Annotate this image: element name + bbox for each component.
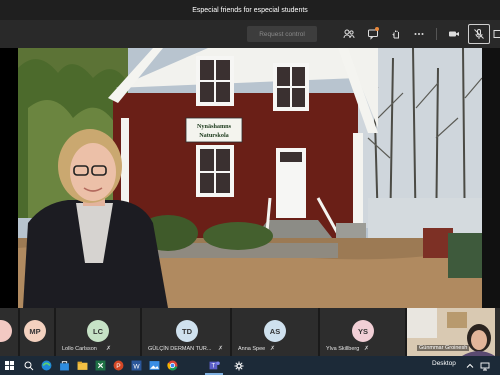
active-app-indicator <box>205 373 223 375</box>
excel-icon[interactable] <box>94 359 107 372</box>
chat-notification-dot <box>375 27 379 31</box>
mic-off-icon: ✗ <box>218 346 224 352</box>
mic-off-button[interactable] <box>468 24 490 44</box>
edge-icon[interactable] <box>40 359 53 372</box>
video-scene: Nynäshamns Naturskola <box>18 48 482 308</box>
toolbar-divider <box>436 28 437 40</box>
right-margin <box>482 48 500 308</box>
self-view-name: Günmmar Groinesh <box>417 345 470 351</box>
store-icon[interactable] <box>58 359 71 372</box>
window-title: Especial friends for especial students <box>192 6 308 14</box>
windows-taskbar: P W T Desktop <box>0 356 500 375</box>
participant-name: Ylva Skillberg <box>326 346 360 352</box>
mic-off-icon: ✗ <box>364 346 370 352</box>
participant-tile[interactable]: LC Lollo Carlsson ✗ <box>56 308 140 356</box>
participants-overflow <box>495 308 500 356</box>
avatar-initials: YS <box>357 326 368 336</box>
title-bar: Especial friends for especial students <box>0 0 500 20</box>
avatar-initials: AS <box>269 326 281 336</box>
presenter-face <box>70 143 116 201</box>
avatar-initials: LC <box>93 326 103 336</box>
mic-off-icon: ✗ <box>270 346 276 352</box>
chevron-up-icon[interactable] <box>463 359 476 372</box>
request-control-button[interactable]: Request control <box>247 26 317 42</box>
camera-icon[interactable] <box>448 28 460 40</box>
avatar: TD <box>176 320 198 342</box>
avatar: AS <box>264 320 286 342</box>
avatar: YS <box>352 320 374 342</box>
meeting-toolbar: Request control <box>0 20 500 48</box>
avatar-initials: MP <box>29 326 41 336</box>
participant-tile[interactable]: AS Anna Spee ✗ <box>232 308 318 356</box>
desktop-label[interactable]: Desktop <box>432 360 456 367</box>
explorer-icon[interactable] <box>76 359 89 372</box>
left-margin <box>0 48 18 308</box>
svg-text:W: W <box>133 363 140 370</box>
avatar-initials: TD <box>182 326 192 336</box>
mic-off-icon <box>474 29 484 39</box>
search-icon[interactable] <box>22 359 35 372</box>
self-view-video[interactable]: Günmmar Groinesh <box>407 308 495 356</box>
mic-off-icon: ✗ <box>106 346 112 352</box>
participant-name: Lollo Carlsson <box>62 346 97 352</box>
svg-text:T: T <box>212 364 216 370</box>
teams-icon[interactable]: T <box>208 359 221 372</box>
participant-name: Anna Spee <box>238 346 266 352</box>
avatar <box>0 320 12 342</box>
svg-text:P: P <box>116 363 121 370</box>
participant-tile[interactable]: YS Ylva Skillberg ✗ <box>320 308 405 356</box>
start-icon[interactable] <box>3 359 16 372</box>
powerpoint-icon[interactable]: P <box>112 359 125 372</box>
participant-tile[interactable] <box>0 308 18 356</box>
avatar: MP <box>24 320 46 342</box>
photos-icon[interactable] <box>148 359 161 372</box>
participants-icon[interactable] <box>343 28 355 40</box>
participant-tile[interactable]: MP <box>20 308 54 356</box>
word-icon[interactable]: W <box>130 359 143 372</box>
sign-text-line1: Nynäshamns <box>197 123 232 130</box>
participant-name: GÜLÇİN DERMAN TUR... <box>148 346 212 352</box>
participants-strip: MP LC Lollo Carlsson ✗ TD GÜLÇİN DERMAN … <box>0 308 500 356</box>
chrome-icon[interactable] <box>166 359 179 372</box>
main-video[interactable]: Nynäshamns Naturskola <box>18 48 482 308</box>
participant-tile[interactable]: TD GÜLÇİN DERMAN TUR... ✗ <box>142 308 230 356</box>
more-icon[interactable] <box>413 28 425 40</box>
share-tray-icon[interactable] <box>493 28 500 40</box>
sign-text-line2: Naturskola <box>199 132 229 139</box>
network-icon[interactable] <box>478 359 491 372</box>
settings-icon[interactable] <box>232 359 245 372</box>
raise-hand-icon[interactable] <box>390 28 402 40</box>
avatar: LC <box>87 320 109 342</box>
